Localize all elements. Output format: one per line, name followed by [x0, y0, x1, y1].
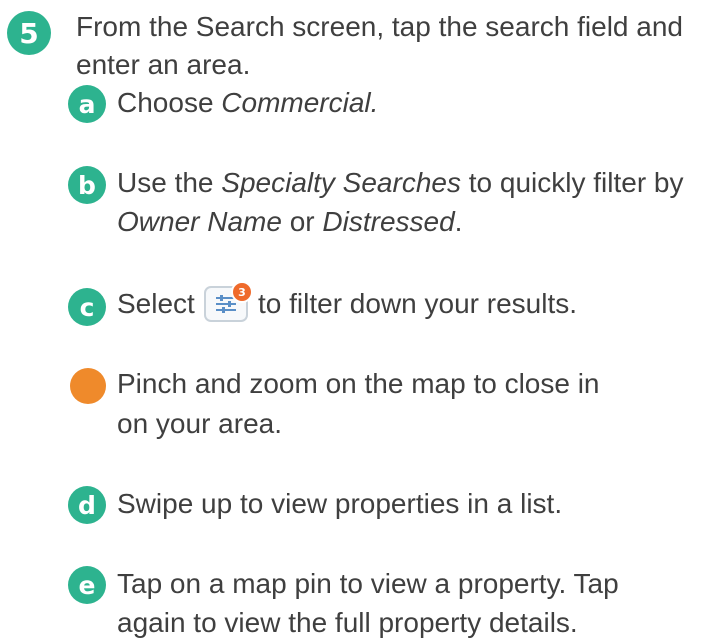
substep-c-pre: Select: [117, 288, 195, 319]
substep-b-connector: or: [281, 206, 323, 237]
step-instruction-line-2: enter an area.: [76, 49, 251, 80]
substep-c-badge: c: [68, 288, 106, 326]
substep-b-owner-name: Owner Name: [117, 206, 282, 237]
substep-pinch-line-2: on your area.: [117, 408, 282, 439]
substep-d-text: Swipe up to view properties in a list.: [117, 488, 563, 519]
substep-b-distressed: Distressed: [322, 206, 455, 237]
step-number: 5: [19, 16, 39, 50]
substep-pinch-line-1: Pinch and zoom on the map to close in: [117, 368, 600, 399]
substep-d-badge: d: [68, 486, 106, 524]
substep-b-badge: b: [68, 166, 106, 204]
orange-dot-badge: [70, 368, 106, 404]
substep-a-pre: Choose: [117, 87, 222, 118]
substep-e-letter: e: [78, 570, 96, 600]
substep-b-emphasis: Specialty Searches: [221, 167, 461, 198]
substep-a-letter: a: [78, 89, 96, 119]
substep-a-emphasis: Commercial.: [221, 87, 379, 118]
substep-c-post: to filter down your results.: [258, 288, 578, 319]
substep-b-period: .: [454, 206, 463, 237]
substep-e-line-2: again to view the full property details.: [117, 607, 578, 638]
substep-d-letter: d: [78, 490, 96, 520]
filter-count-badge: 3: [231, 281, 253, 303]
substep-b-post: to quickly filter by: [460, 167, 684, 198]
substep-b-line-1: Use the Specialty Searches to quickly fi…: [117, 164, 684, 202]
step-instruction-line-1: From the Search screen, tap the search f…: [76, 11, 683, 42]
instruction-page: 5 From the Search screen, tap the search…: [0, 0, 726, 639]
substep-e-badge: e: [68, 566, 106, 604]
substep-e-line-1: Tap on a map pin to view a property. Tap: [117, 568, 619, 599]
substep-b-pre: Use the: [117, 167, 222, 198]
substep-a-badge: a: [68, 85, 106, 123]
step-number-badge: 5: [7, 11, 51, 55]
substep-a-text: Choose Commercial.: [117, 84, 378, 122]
substep-b-line-2: Owner Name or Distressed.: [117, 203, 462, 241]
substep-c-letter: c: [79, 292, 95, 322]
substep-b-letter: b: [78, 170, 96, 200]
filter-settings-icon: 3: [204, 281, 253, 322]
